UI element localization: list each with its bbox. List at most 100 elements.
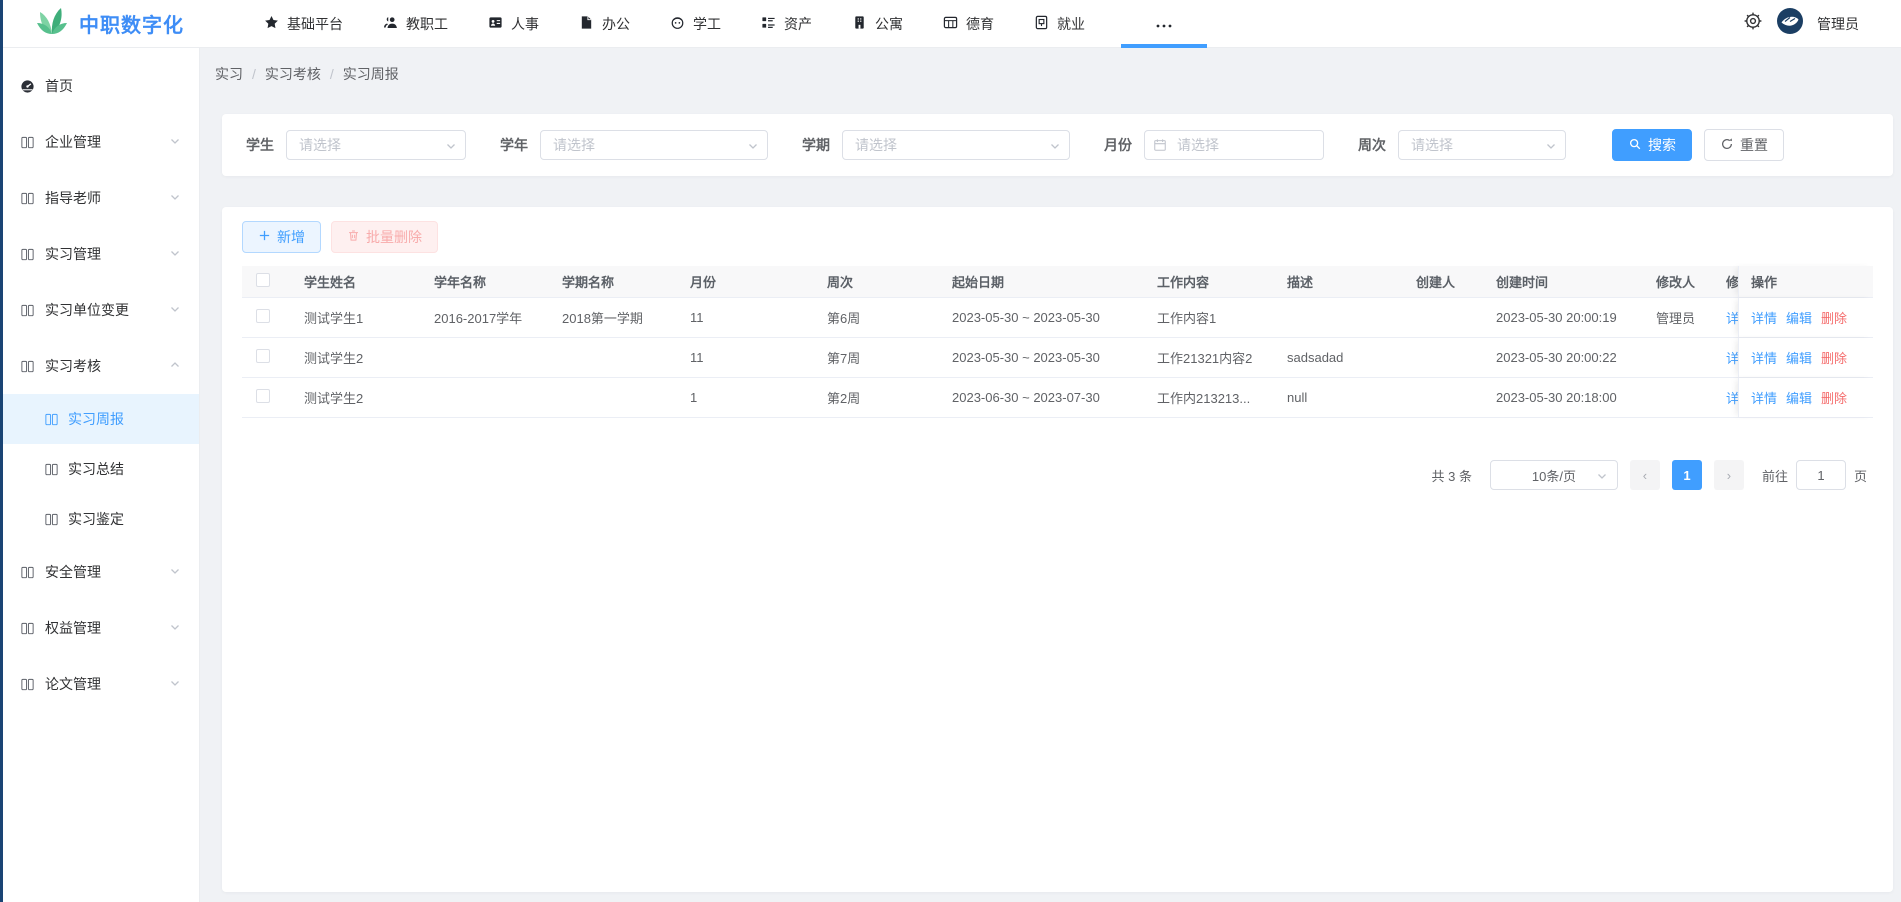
logo-plant-icon xyxy=(35,6,69,41)
sidebar-item-safety[interactable]: 安全管理 xyxy=(0,544,199,600)
avatar[interactable] xyxy=(1777,8,1803,39)
refresh-icon xyxy=(1720,137,1734,154)
nav-item-apartment[interactable]: 公寓 xyxy=(848,0,907,48)
nav-item-more[interactable] xyxy=(1121,0,1207,48)
building-icon xyxy=(852,15,867,33)
prev-page-button[interactable]: ‹ xyxy=(1630,460,1660,490)
filter-semester: 学期 xyxy=(802,130,1070,160)
nav-item-assets[interactable]: 资产 xyxy=(757,0,816,48)
nav-item-platform[interactable]: 基础平台 xyxy=(260,0,347,48)
clipped-column: 详情 xyxy=(1726,308,1738,327)
batch-delete-button[interactable]: 批量删除 xyxy=(331,221,438,253)
topbar: 中职数字化 基础平台 教职工 人事 办公 学工 资产 公寓 xyxy=(0,0,1901,48)
sidebar-item-assessment[interactable]: 实习考核 xyxy=(0,338,199,394)
filter-student: 学生 xyxy=(246,130,466,160)
select-all-checkbox[interactable] xyxy=(256,273,270,287)
chevron-down-icon xyxy=(169,676,181,692)
delete-link[interactable]: 删除 xyxy=(1821,348,1847,367)
edit-link[interactable]: 编辑 xyxy=(1786,308,1812,327)
table-row: 测试学生2 11 第7周 2023-05-30 ~ 2023-05-30 工作2… xyxy=(242,338,1873,378)
weekly-report-table: 学生姓名 学年名称 学期名称 月份 周次 起始日期 工作内容 描述 创建人 创建… xyxy=(242,266,1873,418)
search-button[interactable]: 搜索 xyxy=(1612,129,1692,161)
nav-item-employment[interactable]: 就业 xyxy=(1030,0,1089,48)
school-year-select[interactable] xyxy=(540,130,768,160)
chevron-down-icon xyxy=(1596,470,1608,485)
detail-link[interactable]: 详情 xyxy=(1751,348,1777,367)
goto-page-input[interactable] xyxy=(1796,460,1846,490)
sidebar-item-unit-change[interactable]: 实习单位变更 xyxy=(0,282,199,338)
admin-username[interactable]: 管理员 xyxy=(1817,14,1859,34)
chevron-down-icon xyxy=(169,190,181,206)
reset-button[interactable]: 重置 xyxy=(1704,129,1784,161)
more-ellipsis-icon xyxy=(1155,16,1173,32)
breadcrumb-item[interactable]: 实习 xyxy=(215,64,243,84)
student-select[interactable] xyxy=(286,130,466,160)
filter-school-year: 学年 xyxy=(500,130,768,160)
row-actions: 详情 编辑 删除 xyxy=(1738,378,1873,417)
sidebar-item-rights[interactable]: 权益管理 xyxy=(0,600,199,656)
nav-item-hr[interactable]: 人事 xyxy=(484,0,543,48)
nav-item-staff[interactable]: 教职工 xyxy=(379,0,452,48)
book-icon xyxy=(44,462,59,477)
clipped-column: 详情 xyxy=(1726,388,1738,407)
main-content: 实习 / 实习考核 / 实习周报 学生 学年 学期 xyxy=(200,48,1901,902)
row-checkbox[interactable] xyxy=(256,389,270,403)
clipped-column: 修改时间 xyxy=(1726,272,1738,291)
add-button[interactable]: 新增 xyxy=(242,221,321,253)
sidebar-subitem-summary[interactable]: 实习总结 xyxy=(0,444,199,494)
breadcrumb-item[interactable]: 实习考核 xyxy=(265,64,321,84)
book-icon xyxy=(20,135,35,150)
plus-icon xyxy=(258,229,271,245)
page-size-select[interactable]: 10条/页 xyxy=(1490,460,1618,490)
sidebar-item-tutor[interactable]: 指导老师 xyxy=(0,170,199,226)
goto-label: 前往 xyxy=(1762,466,1788,485)
edit-link[interactable]: 编辑 xyxy=(1786,388,1812,407)
nav-item-student-affairs[interactable]: 学工 xyxy=(666,0,725,48)
chevron-down-icon xyxy=(169,564,181,580)
search-icon xyxy=(1628,137,1642,154)
actions-column-header: 操作 xyxy=(1738,266,1873,297)
detail-link[interactable]: 详情 xyxy=(1751,388,1777,407)
nav-item-office[interactable]: 办公 xyxy=(575,0,634,48)
breadcrumb-current: 实习周报 xyxy=(343,64,399,84)
star-icon xyxy=(264,15,279,33)
semester-select[interactable] xyxy=(842,130,1070,160)
table-row: 测试学生2 1 第2周 2023-06-30 ~ 2023-07-30 工作内2… xyxy=(242,378,1873,418)
page-number-current[interactable]: 1 xyxy=(1672,460,1702,490)
nav-item-moral-education[interactable]: 德育 xyxy=(939,0,998,48)
month-date-input[interactable] xyxy=(1144,130,1324,160)
staff-icon xyxy=(383,15,398,33)
chevron-down-icon xyxy=(169,302,181,318)
row-checkbox[interactable] xyxy=(256,349,270,363)
row-checkbox[interactable] xyxy=(256,309,270,323)
sidebar-item-enterprise[interactable]: 企业管理 xyxy=(0,114,199,170)
delete-link[interactable]: 删除 xyxy=(1821,388,1847,407)
briefcase-icon xyxy=(1034,15,1049,33)
sidebar-item-home[interactable]: 首页 xyxy=(0,58,199,114)
detail-link[interactable]: 详情 xyxy=(1751,308,1777,327)
pagination: 共 3 条 10条/页 ‹ 1 › 前往 页 xyxy=(242,460,1873,490)
trash-icon xyxy=(347,229,360,245)
settings-gear-icon[interactable] xyxy=(1743,11,1763,36)
chevron-up-icon xyxy=(169,358,181,374)
student-face-icon xyxy=(670,15,685,33)
delete-link[interactable]: 删除 xyxy=(1821,308,1847,327)
sidebar: 首页 企业管理 指导老师 实习管理 实习单位变更 实习考核 xyxy=(0,48,200,902)
week-select[interactable] xyxy=(1398,130,1566,160)
window-edge xyxy=(0,0,3,902)
table-panel: 新增 批量删除 学生姓名 学年名称 学期名称 月份 周次 起始日期 工作内容 xyxy=(222,207,1893,892)
chevron-down-icon xyxy=(169,620,181,636)
row-actions: 详情 编辑 删除 xyxy=(1738,298,1873,337)
filter-week: 周次 xyxy=(1358,130,1566,160)
sidebar-item-internship-mgmt[interactable]: 实习管理 xyxy=(0,226,199,282)
app-logo: 中职数字化 xyxy=(35,6,184,41)
id-card-icon xyxy=(488,15,503,33)
sidebar-subitem-weekly-report[interactable]: 实习周报 xyxy=(0,394,199,444)
filter-bar: 学生 学年 学期 月份 xyxy=(222,114,1893,176)
chevron-down-icon xyxy=(169,246,181,262)
sidebar-item-thesis[interactable]: 论文管理 xyxy=(0,656,199,712)
next-page-button[interactable]: › xyxy=(1714,460,1744,490)
sidebar-subitem-appraisal[interactable]: 实习鉴定 xyxy=(0,494,199,544)
document-icon xyxy=(579,15,594,33)
edit-link[interactable]: 编辑 xyxy=(1786,348,1812,367)
